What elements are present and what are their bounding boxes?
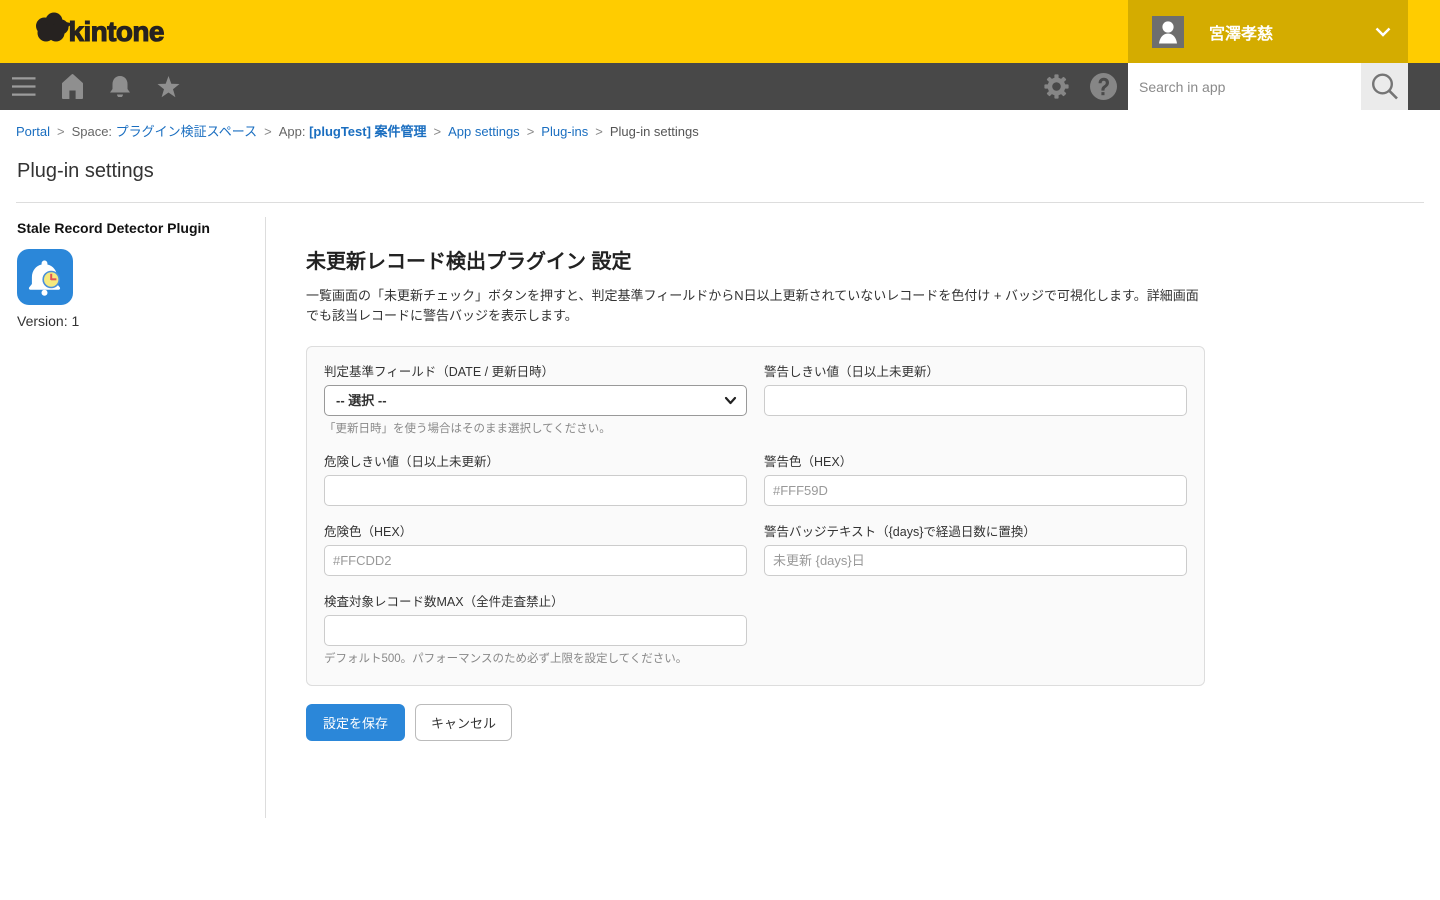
svg-text:kintone: kintone xyxy=(69,16,164,47)
